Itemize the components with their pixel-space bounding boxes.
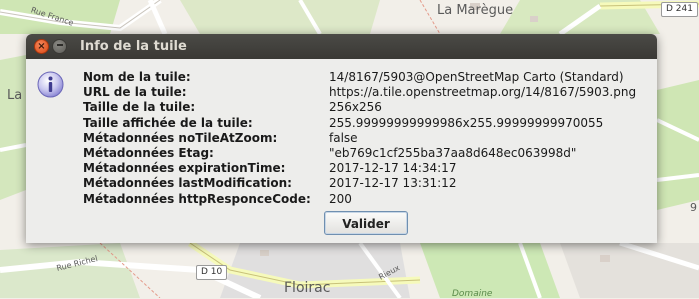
property-label: Métadonnées lastModification:	[83, 176, 292, 191]
property-value: 2017-12-17 14:34:17	[329, 161, 457, 176]
property-label: Métadonnées noTileAtZoom:	[83, 130, 278, 145]
property-value: 200	[329, 191, 352, 206]
map-label-la: La	[7, 88, 23, 103]
property-row: Taille de la tuile: 256x256	[83, 100, 653, 115]
map-label-la-maregue: La Marègue	[437, 3, 514, 18]
property-value: 14/8167/5903@OpenStreetMap Carto (Standa…	[329, 70, 624, 84]
property-label: Taille affichée de la tuile:	[83, 115, 253, 130]
map-label-floirac: Floirac	[284, 280, 331, 296]
property-label: Nom de la tuile:	[83, 70, 191, 84]
property-row: Métadonnées expirationTime: 2017-12-17 1…	[83, 161, 653, 176]
property-label: Taille de la tuile:	[83, 100, 196, 115]
road-shield-d241: D 241	[661, 2, 698, 17]
property-value: 256x256	[329, 100, 382, 115]
property-row: Métadonnées httpResponceCode: 200	[83, 192, 653, 207]
property-label: Métadonnées expirationTime:	[83, 161, 286, 176]
ok-button[interactable]: Valider	[324, 211, 408, 235]
property-label: URL de la tuile:	[83, 85, 187, 100]
property-row: Nom de la tuile: 14/8167/5903@OpenStreet…	[83, 70, 653, 85]
property-row: Métadonnées lastModification: 2017-12-17…	[83, 176, 653, 191]
property-row: Taille affichée de la tuile: 255.9999999…	[83, 116, 653, 131]
road-shield-d10: D 10	[196, 265, 228, 280]
close-icon: ×	[37, 41, 46, 52]
property-row: Métadonnées Etag: "eb769c1cf255ba37aa8d6…	[83, 146, 653, 161]
dialog-title: Info de la tuile	[80, 39, 187, 54]
dialog-titlebar[interactable]: × Info de la tuile	[26, 34, 657, 59]
property-label: Métadonnées Etag:	[83, 145, 214, 160]
info-icon	[37, 71, 64, 98]
property-value: false	[329, 130, 358, 145]
property-value: 2017-12-17 13:31:12	[329, 176, 457, 191]
property-label: Métadonnées httpResponceCode:	[83, 191, 311, 206]
tile-properties: Nom de la tuile: 14/8167/5903@OpenStreet…	[83, 70, 653, 207]
minimize-button[interactable]	[52, 39, 67, 54]
property-value: "eb769c1cf255ba37aa8d648ec063998d"	[329, 145, 577, 160]
close-button[interactable]: ×	[34, 39, 49, 54]
property-row: URL de la tuile: https://a.tile.openstre…	[83, 85, 653, 100]
property-value: 255.99999999999986x255.99999999970055	[329, 115, 604, 130]
property-row: Métadonnées noTileAtZoom: false	[83, 131, 653, 146]
minimize-icon	[56, 44, 63, 46]
tile-info-dialog: × Info de la tuile Nom de la tuile: 14/8…	[26, 34, 657, 243]
map-label-fragment: 9	[690, 201, 697, 214]
property-value: https://a.tile.openstreetmap.org/14/8167…	[329, 85, 637, 100]
